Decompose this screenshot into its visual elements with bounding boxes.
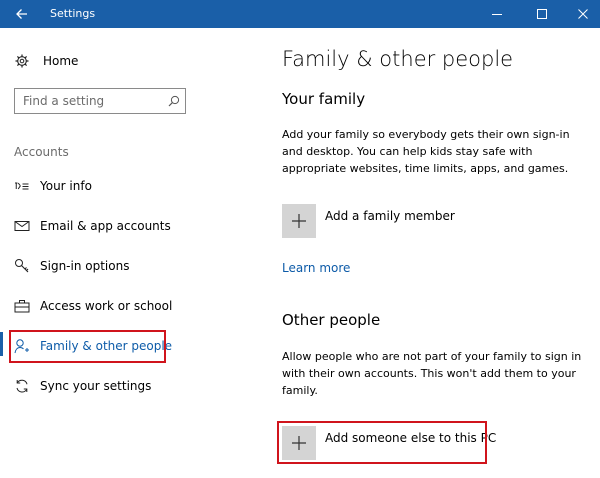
learn-more-link[interactable]: Learn more	[282, 261, 350, 275]
sidebar-item-sign-in-options[interactable]: Sign-in options	[14, 255, 129, 277]
back-arrow-icon	[16, 9, 27, 19]
window-title: Settings	[50, 7, 96, 20]
sidebar-item-label: Email & app accounts	[40, 219, 171, 233]
add-family-member-label: Add a family member	[325, 209, 455, 223]
maximize-icon	[537, 9, 547, 19]
minimize-button[interactable]	[480, 0, 514, 28]
close-button[interactable]	[566, 0, 600, 28]
sidebar-item-label: Sign-in options	[40, 259, 130, 273]
search-icon[interactable]	[163, 90, 185, 112]
home-label: Home	[43, 54, 79, 68]
close-icon	[578, 9, 588, 19]
main-content: Family & other people Your family Add yo…	[262, 28, 600, 478]
active-indicator	[0, 332, 3, 356]
highlight-box	[277, 421, 487, 464]
accounts-section-heading: Accounts	[14, 145, 69, 159]
add-family-member-button[interactable]: Add a family member	[282, 204, 455, 238]
sidebar-item-access-work-school[interactable]: Access work or school	[14, 295, 172, 317]
search-box[interactable]	[14, 88, 186, 114]
sidebar: Home Accounts Your info Email & app acco	[0, 28, 262, 478]
home-nav-item[interactable]: Home	[14, 51, 78, 71]
sidebar-item-your-info[interactable]: Your info	[14, 175, 92, 197]
person-card-icon	[14, 178, 30, 194]
sidebar-item-label: Access work or school	[40, 299, 173, 313]
mail-icon	[14, 218, 30, 234]
title-bar: Settings	[0, 0, 600, 28]
sidebar-item-label: Your info	[40, 179, 92, 193]
other-people-description: Allow people who are not part of your fa…	[282, 350, 582, 397]
sync-icon	[14, 378, 30, 394]
search-input[interactable]	[23, 90, 163, 112]
sidebar-item-sync-settings[interactable]: Sync your settings	[14, 375, 151, 397]
page-title: Family & other people	[282, 47, 514, 71]
gear-icon	[14, 53, 30, 69]
highlight-box	[9, 330, 166, 363]
back-button[interactable]	[0, 0, 44, 28]
your-family-heading: Your family	[282, 90, 366, 108]
minimize-icon	[492, 14, 502, 15]
other-people-heading: Other people	[282, 311, 381, 329]
sidebar-item-email-accounts[interactable]: Email & app accounts	[14, 215, 171, 237]
key-icon	[14, 258, 30, 274]
your-family-description: Add your family so everybody gets their …	[282, 128, 570, 175]
plus-icon	[282, 204, 316, 238]
sidebar-item-label: Sync your settings	[40, 379, 152, 393]
maximize-button[interactable]	[525, 0, 559, 28]
briefcase-icon	[14, 298, 30, 314]
